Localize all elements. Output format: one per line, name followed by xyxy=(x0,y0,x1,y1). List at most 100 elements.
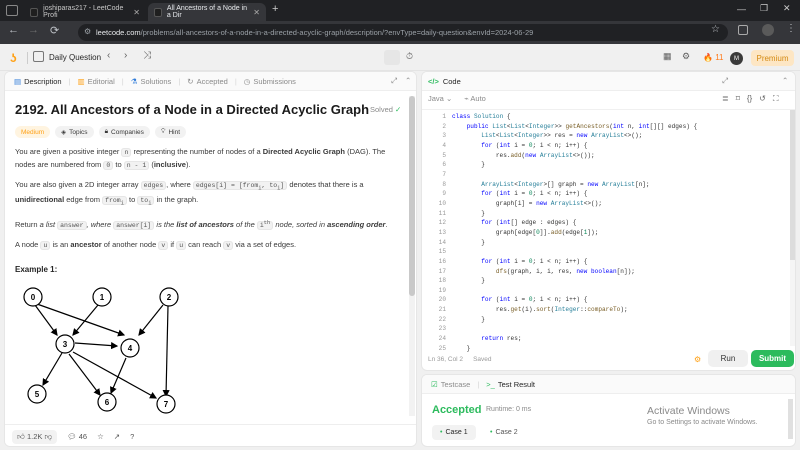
dot-icon: • xyxy=(490,429,493,436)
case-1-button[interactable]: • Case 1 xyxy=(432,425,476,440)
tab-test-result[interactable]: >_ Test Result xyxy=(483,380,538,389)
line-number: 19 xyxy=(438,286,446,294)
tab-testcase[interactable]: ☑ Testcase xyxy=(428,380,473,389)
runtime-text: Runtime: 0 ms xyxy=(486,406,532,413)
topics-chip[interactable]: ◈ Topics xyxy=(55,126,94,138)
reload-icon[interactable]: ⟳ xyxy=(50,24,59,37)
close-tab-icon[interactable]: ✕ xyxy=(133,8,140,17)
collapse-icon[interactable]: ⌃ xyxy=(405,76,411,85)
expand-icon[interactable]: ⤢ xyxy=(391,76,397,86)
run-button[interactable]: Run xyxy=(708,350,748,367)
tag-label: Hint xyxy=(168,128,181,136)
browser-tab-problem[interactable]: All Ancestors of a Node in a Dir ✕ xyxy=(148,3,266,21)
problem-title-row: 2192. All Ancestors of a Node in a Direc… xyxy=(15,102,385,117)
tab-submissions[interactable]: ◷ Submissions xyxy=(241,77,299,86)
line-number: 1 xyxy=(442,113,446,120)
edge-3-4 xyxy=(74,341,119,350)
site-info-icon[interactable]: ⚙ xyxy=(84,27,91,36)
tab-accepted[interactable]: ↻ Accepted xyxy=(184,77,231,86)
submit-button[interactable]: Submit xyxy=(751,350,794,367)
graph-node-label: 3 xyxy=(63,340,68,349)
description-scrollbar[interactable] xyxy=(409,96,415,416)
bookmark-star-icon[interactable]: ☆ xyxy=(711,24,720,35)
code-panel-header: </> Code ⤢ ⌃ xyxy=(422,72,795,91)
fullscreen-icon[interactable]: ⛶ xyxy=(773,94,779,104)
scrollbar-thumb[interactable] xyxy=(790,110,795,260)
like-button[interactable]: 👍︎ 1.2K 👎︎ xyxy=(12,429,58,444)
timer-icon[interactable]: ⏱ xyxy=(406,51,413,62)
browser-tab-profile[interactable]: joshiparas217 - LeetCode Profi ✕ xyxy=(24,3,146,21)
help-icon[interactable]: ? xyxy=(130,432,134,441)
layout-icon[interactable]: ▦ xyxy=(663,51,672,62)
divider xyxy=(27,52,28,64)
auto-label: Auto xyxy=(470,94,486,103)
profile-avatar-icon[interactable] xyxy=(762,24,774,36)
flask-icon: ⚗ xyxy=(130,76,138,86)
tab-description[interactable]: ▤ Description xyxy=(11,77,65,86)
case-2-button[interactable]: • Case 2 xyxy=(482,425,526,440)
format-braces-icon[interactable]: {} xyxy=(747,94,752,104)
result-scrollbar[interactable] xyxy=(788,399,793,439)
browser-tab-bar: joshiparas217 - LeetCode Profi ✕ All Anc… xyxy=(0,0,800,21)
tab-label: joshiparas217 - LeetCode Profi xyxy=(43,5,124,19)
case-label: Case 1 xyxy=(445,429,468,436)
premium-button[interactable]: Premium xyxy=(751,50,794,66)
tab-label: Test Result xyxy=(497,379,535,389)
graph-node-label: 6 xyxy=(105,398,110,407)
expand-icon[interactable]: ⤢ xyxy=(722,76,728,86)
bookmark-icon[interactable]: ⌑ xyxy=(736,94,740,104)
shuffle-icon[interactable]: ⤨ xyxy=(143,50,151,61)
lock-icon: ⌁ xyxy=(464,94,469,103)
language-select[interactable]: Java ⌄ xyxy=(428,94,452,103)
next-problem-icon[interactable]: › xyxy=(124,50,127,61)
divider: | xyxy=(477,379,480,389)
autocomplete-toggle[interactable]: ⌁ Auto xyxy=(464,94,486,103)
problem-list-icon[interactable] xyxy=(33,51,44,62)
companies-chip[interactable]: 🔒︎ Companies xyxy=(98,126,150,138)
reset-icon[interactable]: ↺ xyxy=(759,94,766,104)
solved-badge: Solved ✓ xyxy=(370,105,401,114)
debug-icon[interactable]: ⚙ xyxy=(694,355,701,364)
prev-problem-icon[interactable]: ‹ xyxy=(107,50,110,61)
notes-icon[interactable]: ≣ xyxy=(722,94,729,104)
line-number: 25 xyxy=(438,344,446,352)
forward-icon[interactable]: → xyxy=(28,24,39,36)
url-field[interactable]: ⚙ leetcode.com/problems/all-ancestors-of… xyxy=(78,24,728,41)
minimize-icon[interactable]: — xyxy=(737,4,746,14)
tab-editorial[interactable]: ▥ Editorial xyxy=(75,77,118,86)
daily-question-label[interactable]: Daily Question xyxy=(49,53,101,62)
problem-title[interactable]: 2192. All Ancestors of a Node in a Direc… xyxy=(15,102,385,117)
code-editor[interactable]: 1 2 3 4 5 6 7 8 9 10 11 12 13 14 15 16 17 18 19 20 21 22 23 24 2… xyxy=(422,109,795,352)
leetcode-logo-icon[interactable]: ʖ xyxy=(10,51,17,65)
collapse-icon[interactable]: ⌃ xyxy=(782,76,788,85)
description-paragraph: Return a list answer, where answer[i] is… xyxy=(15,218,388,230)
close-window-icon[interactable]: ✕ xyxy=(783,3,791,14)
browser-menu-icon[interactable]: ⋮ xyxy=(786,23,796,34)
comments-button[interactable]: 💬︎ 46 xyxy=(67,432,87,441)
hint-chip[interactable]: 💡︎ Hint xyxy=(154,126,187,138)
cursor-position: Ln 36, Col 2 xyxy=(428,356,464,363)
streak-counter[interactable]: 🔥 11 xyxy=(703,53,724,62)
edge-4-6 xyxy=(110,357,127,395)
settings-gear-icon[interactable]: ⚙ xyxy=(682,51,690,62)
favorite-star-icon[interactable]: ☆ xyxy=(97,432,104,441)
share-icon[interactable]: ↗ xyxy=(114,432,120,441)
extension-icon[interactable] xyxy=(738,25,748,35)
fire-icon: 🔥 xyxy=(703,53,713,62)
scrollbar-thumb[interactable] xyxy=(409,96,415,296)
line-number: 3 xyxy=(442,132,446,140)
tab-actions-icon[interactable] xyxy=(6,5,18,16)
line-number: 13 xyxy=(438,228,446,236)
restore-icon[interactable]: ❐ xyxy=(760,3,768,14)
new-tab-icon[interactable]: + xyxy=(272,3,278,15)
tab-label: Accepted xyxy=(196,76,228,86)
user-avatar[interactable]: M xyxy=(730,52,743,65)
tab-solutions[interactable]: ⚗ Solutions xyxy=(128,77,175,86)
editor-scrollbar[interactable] xyxy=(790,110,795,346)
layout-toggle-icon[interactable] xyxy=(384,50,400,65)
close-tab-icon[interactable]: ✕ xyxy=(253,8,260,17)
graph-node-label: 0 xyxy=(31,293,36,302)
back-icon[interactable]: ← xyxy=(8,24,19,36)
line-number: 11 xyxy=(438,209,446,217)
code-content[interactable]: class Solution { public List<List<Intege… xyxy=(452,112,697,353)
